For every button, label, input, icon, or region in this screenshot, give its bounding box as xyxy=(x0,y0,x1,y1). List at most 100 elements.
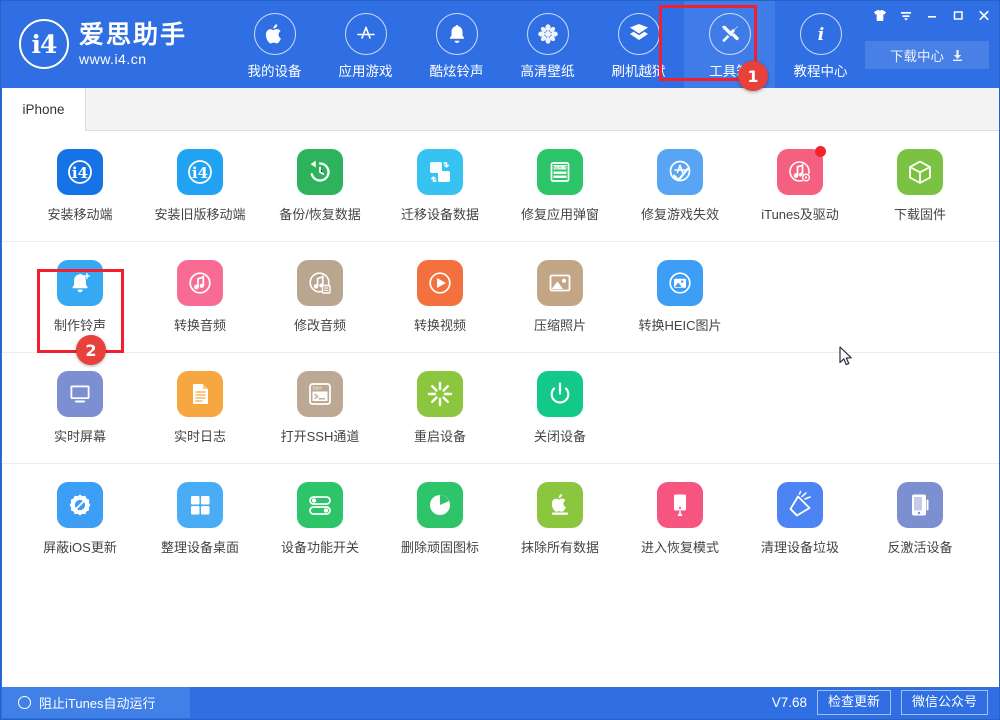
tool-label: 制作铃声 xyxy=(54,315,106,334)
i4-app-icon: i4 xyxy=(57,149,103,195)
feature-switch-icon xyxy=(297,482,343,528)
tool-label: 压缩照片 xyxy=(534,315,586,334)
brand-logo-text: i4 xyxy=(32,30,57,59)
tool-itunes-driver[interactable]: iTunes及驱动 xyxy=(740,131,860,241)
step-badge-2: 2 xyxy=(76,335,106,365)
tool-compress-photo[interactable]: 压缩照片 xyxy=(500,242,620,352)
nav-label: 应用游戏 xyxy=(339,60,393,80)
tool-install-legacy-mobile[interactable]: i4 安装旧版移动端 xyxy=(140,131,260,241)
fix-game-icon xyxy=(657,149,703,195)
tool-make-ringtone[interactable]: 制作铃声 xyxy=(20,242,140,352)
status-actions: V7.68 检查更新 微信公众号 xyxy=(772,687,988,718)
nav-item-apps-games[interactable]: 应用游戏 xyxy=(320,1,411,88)
minimize-icon[interactable] xyxy=(919,4,945,26)
tool-label: 重启设备 xyxy=(414,426,466,445)
tool-edit-audio[interactable]: 修改音频 xyxy=(260,242,380,352)
tool-label: 安装旧版移动端 xyxy=(154,204,245,223)
skin-icon[interactable] xyxy=(867,4,893,26)
nav-item-ringtones[interactable]: 酷炫铃声 xyxy=(411,1,502,88)
step-badge-1: 1 xyxy=(738,61,768,91)
main-nav: 我的设备 应用游戏 酷炫铃声 高清壁纸 xyxy=(229,1,866,88)
tool-live-log[interactable]: 实时日志 xyxy=(140,353,260,463)
remove-stubborn-icon xyxy=(417,482,463,528)
tool-feature-switch[interactable]: 设备功能开关 xyxy=(260,464,380,574)
block-ios-update-icon xyxy=(57,482,103,528)
edit-audio-icon xyxy=(297,260,343,306)
tool-label: 实时日志 xyxy=(174,426,226,445)
firmware-icon xyxy=(897,149,943,195)
tool-convert-audio[interactable]: 转换音频 xyxy=(140,242,260,352)
block-itunes-label: 阻止iTunes自动运行 xyxy=(39,693,156,712)
window-controls xyxy=(867,3,997,27)
tools-row: 实时屏幕 实时日志 SSH 打开SSH通道 重启设备 xyxy=(2,353,1000,464)
tool-convert-video[interactable]: 转换视频 xyxy=(380,242,500,352)
brand: i4 爱思助手 www.i4.cn xyxy=(19,19,187,69)
tool-backup-restore[interactable]: 备份/恢复数据 xyxy=(260,131,380,241)
nav-label: 酷炫铃声 xyxy=(430,60,484,80)
tool-label: 修复应用弹窗 xyxy=(521,204,599,223)
brand-name: 爱思助手 xyxy=(79,23,187,48)
tool-label: 打开SSH通道 xyxy=(281,426,360,445)
reboot-device-icon xyxy=(417,371,463,417)
tool-convert-heic[interactable]: 转换HEIC图片 xyxy=(620,242,740,352)
notification-badge xyxy=(815,146,826,157)
tool-install-mobile[interactable]: i4 安装移动端 xyxy=(20,131,140,241)
ssh-tunnel-icon: SSH xyxy=(297,371,343,417)
tool-reboot-device[interactable]: 重启设备 xyxy=(380,353,500,463)
info-icon: i xyxy=(800,13,842,55)
tool-clean-junk[interactable]: 清理设备垃圾 xyxy=(740,464,860,574)
tool-label: 清理设备垃圾 xyxy=(761,537,839,556)
tool-migrate-data[interactable]: 迁移设备数据 xyxy=(380,131,500,241)
tool-remove-stubborn-icons[interactable]: 删除顽固图标 xyxy=(380,464,500,574)
nav-item-tutorials[interactable]: i 教程中心 xyxy=(775,1,866,88)
tool-open-ssh[interactable]: SSH 打开SSH通道 xyxy=(260,353,380,463)
tool-fix-app-popup[interactable]: Apple ID 修复应用弹窗 xyxy=(500,131,620,241)
tool-erase-all-data[interactable]: 抹除所有数据 xyxy=(500,464,620,574)
i4-app-old-icon: i4 xyxy=(177,149,223,195)
organize-desktop-icon xyxy=(177,482,223,528)
backup-restore-icon xyxy=(297,149,343,195)
tool-label: 抹除所有数据 xyxy=(521,537,599,556)
radio-icon xyxy=(18,696,31,709)
tool-label: 转换视频 xyxy=(414,315,466,334)
brand-logo-icon: i4 xyxy=(19,19,69,69)
check-update-label: 检查更新 xyxy=(828,694,880,709)
apple-icon xyxy=(254,13,296,55)
tool-download-firmware[interactable]: 下载固件 xyxy=(860,131,980,241)
tool-label: 反激活设备 xyxy=(887,537,952,556)
tool-fix-game[interactable]: 修复游戏失效 xyxy=(620,131,740,241)
tool-recovery-mode[interactable]: 进入恢复模式 xyxy=(620,464,740,574)
nav-label: 我的设备 xyxy=(248,60,302,80)
tool-label: 删除顽固图标 xyxy=(401,537,479,556)
tool-label: 实时屏幕 xyxy=(54,426,106,445)
wechat-label: 微信公众号 xyxy=(912,694,977,709)
live-log-icon xyxy=(177,371,223,417)
maximize-icon[interactable] xyxy=(945,4,971,26)
menu-icon[interactable] xyxy=(893,4,919,26)
tool-deactivate-device[interactable]: 反激活设备 xyxy=(860,464,980,574)
tool-label: 整理设备桌面 xyxy=(161,537,239,556)
check-update-button[interactable]: 检查更新 xyxy=(817,690,891,715)
migrate-data-icon xyxy=(417,149,463,195)
download-center-button[interactable]: 下载中心 xyxy=(865,41,989,69)
svg-text:i4: i4 xyxy=(192,164,208,182)
brand-url: www.i4.cn xyxy=(79,52,187,66)
nav-item-wallpapers[interactable]: 高清壁纸 xyxy=(502,1,593,88)
tool-live-screen[interactable]: 实时屏幕 xyxy=(20,353,140,463)
wechat-official-button[interactable]: 微信公众号 xyxy=(901,690,988,715)
tool-organize-desktop[interactable]: 整理设备桌面 xyxy=(140,464,260,574)
clean-junk-icon xyxy=(777,482,823,528)
close-icon[interactable] xyxy=(971,4,997,26)
svg-text:Apple ID: Apple ID xyxy=(552,165,567,170)
tool-shutdown-device[interactable]: 关闭设备 xyxy=(500,353,620,463)
device-tabstrip: iPhone xyxy=(2,88,1000,131)
tab-iphone[interactable]: iPhone xyxy=(2,88,86,131)
block-itunes-autorun-toggle[interactable]: 阻止iTunes自动运行 xyxy=(2,687,190,718)
tool-label: 迁移设备数据 xyxy=(401,204,479,223)
tool-label: iTunes及驱动 xyxy=(761,204,839,223)
tool-block-ios-update[interactable]: 屏蔽iOS更新 xyxy=(20,464,140,574)
nav-item-my-device[interactable]: 我的设备 xyxy=(229,1,320,88)
convert-audio-icon xyxy=(177,260,223,306)
tools-grid: i4 安装移动端 i4 安装旧版移动端 备份/恢复数据 迁移设 xyxy=(2,131,1000,689)
nav-item-flash-jailbreak[interactable]: 刷机越狱 xyxy=(593,1,684,88)
